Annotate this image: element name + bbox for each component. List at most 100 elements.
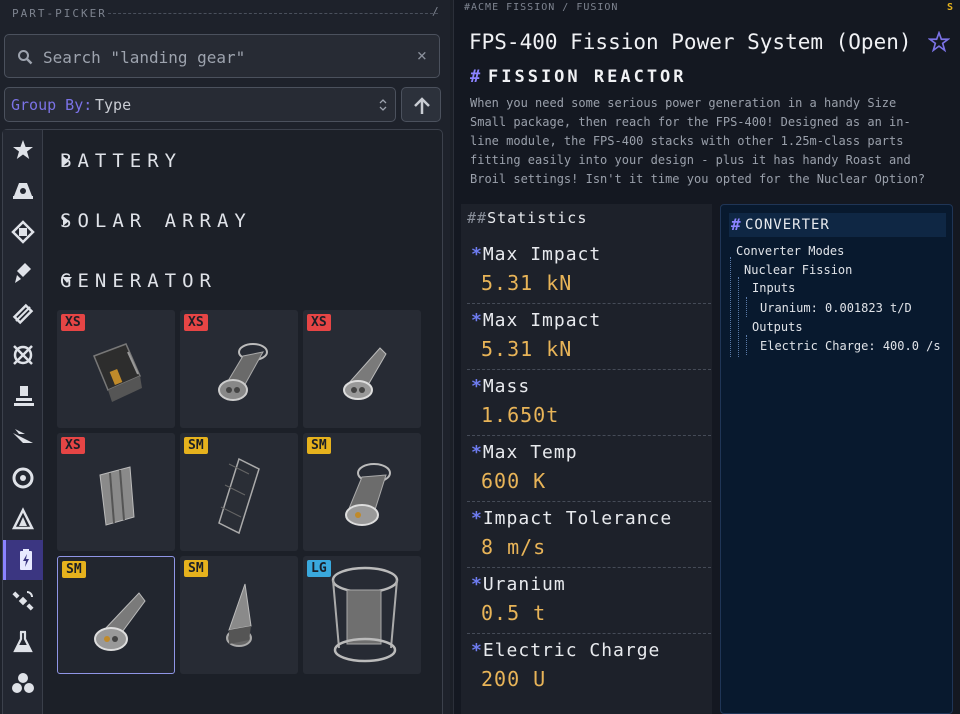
clear-icon[interactable]: × <box>417 46 427 66</box>
rtg-small-part-icon <box>93 343 142 402</box>
category-aero[interactable] <box>3 417 43 457</box>
category-coupling[interactable] <box>3 335 43 375</box>
engine-icon <box>15 263 31 283</box>
large-reactor-part-icon <box>331 566 399 663</box>
search-icon <box>18 50 33 65</box>
part-tile[interactable]: SM <box>180 433 298 551</box>
star-icon <box>13 140 33 159</box>
select-caret-icon <box>379 99 387 111</box>
search-box[interactable]: Search "landing gear" × <box>4 34 440 78</box>
category-communication[interactable] <box>3 581 43 621</box>
stat-row: *Electric Charge 200 U <box>471 640 661 691</box>
fission-core-part-icon <box>218 343 268 401</box>
ground-icon <box>14 386 34 406</box>
category-sidebar <box>3 130 43 714</box>
part-tile[interactable]: XS <box>303 310 421 428</box>
stat-row: *Uranium 0.5 t <box>467 568 711 634</box>
category-payload[interactable] <box>3 499 43 539</box>
group-solar-array[interactable]: SOLAR ARRAY <box>60 210 252 232</box>
stat-row: *Max Impact 5.31 kN <box>467 238 711 304</box>
category-power[interactable] <box>3 540 43 580</box>
category-structural[interactable] <box>3 294 43 334</box>
fission-reactor-small-part-icon <box>343 347 387 400</box>
stat-name: Uranium <box>482 574 566 595</box>
stat-value: 8 m/s <box>481 535 547 559</box>
size-badge: XS <box>61 314 85 331</box>
battery-power-icon <box>20 549 32 570</box>
category-pods[interactable] <box>3 171 43 211</box>
stat-value: 200 U <box>481 667 547 691</box>
stat-row: *Mass 1.650t <box>467 370 711 436</box>
cargo-icon <box>12 673 34 693</box>
output-resource: Electric Charge: 400.0 /s <box>760 339 941 353</box>
satellite-icon <box>12 591 34 611</box>
part-tile[interactable]: XS <box>57 310 175 428</box>
structural-icon <box>12 303 34 325</box>
statistics-header: ##Statistics <box>467 209 588 227</box>
part-tile[interactable]: SM <box>303 433 421 551</box>
radiator-part-icon <box>99 466 135 526</box>
size-badge: XS <box>61 437 85 454</box>
category-wheels[interactable] <box>3 458 43 498</box>
sort-direction-button[interactable] <box>401 87 441 122</box>
status-badge: S <box>947 2 954 13</box>
category-favorites[interactable] <box>3 130 43 170</box>
group-battery[interactable]: BATTERY <box>60 150 182 172</box>
panel-corner: / <box>432 5 439 18</box>
stat-row: *Max Impact 5.31 kN <box>467 304 711 370</box>
wheel-icon <box>12 467 34 489</box>
size-badge: SM <box>184 437 208 454</box>
stat-name: Max Temp <box>482 442 578 463</box>
size-badge: SM <box>62 561 86 578</box>
section-title: FISSION REACTOR <box>488 67 687 87</box>
payload-icon <box>11 507 35 530</box>
part-tile[interactable]: XS <box>180 310 298 428</box>
converter-mode[interactable]: Nuclear Fission <box>744 263 852 277</box>
search-input[interactable]: Search "landing gear" <box>43 48 245 67</box>
category-ground[interactable] <box>3 376 43 416</box>
statistics-panel: ##Statistics *Max Impact 5.31 kN *Max Imp… <box>461 204 712 714</box>
part-tile[interactable]: LG <box>303 556 421 674</box>
stat-value: 5.31 kN <box>481 337 573 361</box>
stat-value: 0.5 t <box>481 601 547 625</box>
converter-header: # CONVERTER <box>729 213 946 237</box>
picker-title: PART-PICKER <box>12 7 107 20</box>
aero-icon <box>13 429 33 443</box>
part-tile-selected[interactable]: SM <box>57 556 175 674</box>
tree-line <box>738 277 739 357</box>
group-generator[interactable]: GENERATOR <box>60 270 217 292</box>
category-science[interactable] <box>3 622 43 662</box>
category-cargo[interactable] <box>3 663 43 703</box>
stat-value: 1.650t <box>481 403 560 427</box>
breadcrumb[interactable]: #ACME FISSION / FUSION <box>464 2 618 13</box>
category-fuel[interactable] <box>3 212 43 252</box>
flask-icon <box>13 630 33 653</box>
part-tile[interactable]: SM <box>180 556 298 674</box>
tree-line <box>730 257 731 357</box>
stat-name: Mass <box>482 376 531 397</box>
stat-name: Max Impact <box>482 244 602 265</box>
category-engines[interactable] <box>3 253 43 293</box>
command-pod-icon <box>13 183 33 199</box>
nose-reactor-part-icon <box>226 583 252 647</box>
converter-modes-label: Converter Modes <box>736 244 845 258</box>
input-resource: Uranium: 0.001823 t/D <box>760 301 912 315</box>
favorite-star-icon[interactable] <box>928 31 950 53</box>
stat-value: 5.31 kN <box>481 271 573 295</box>
inputs-label: Inputs <box>752 281 796 295</box>
fuel-tank-icon <box>11 220 35 244</box>
group-by-select[interactable]: Group By: Type <box>4 87 396 122</box>
stat-row: *Max Temp 600 K <box>467 436 711 502</box>
arrow-up-icon <box>414 97 430 114</box>
size-badge: XS <box>184 314 208 331</box>
stat-name: Electric Charge <box>482 640 661 661</box>
size-badge: SM <box>307 437 331 454</box>
outputs-label: Outputs <box>752 320 803 334</box>
part-tile[interactable]: XS <box>57 433 175 551</box>
statistics-title: Statistics <box>487 209 588 227</box>
fps-400-part-icon <box>94 592 146 651</box>
hash-icon: # <box>470 67 481 87</box>
tree-line <box>746 335 747 355</box>
stat-name: Max Impact <box>482 310 602 331</box>
group-by-value[interactable]: Type <box>95 96 131 114</box>
